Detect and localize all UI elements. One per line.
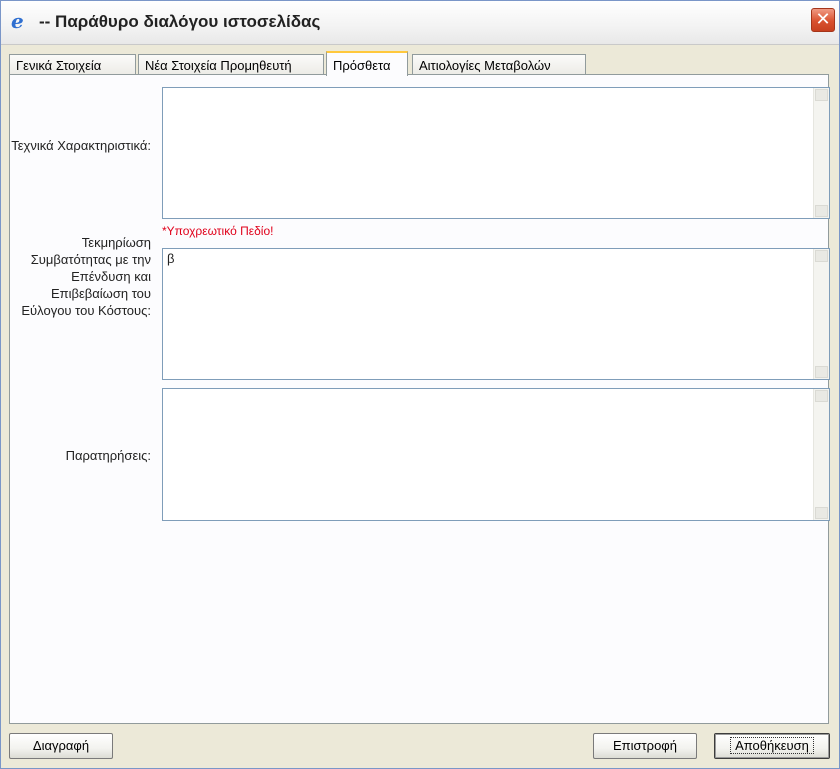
remarks-scrollbar[interactable] bbox=[813, 389, 829, 520]
title-bar: e -- Παράθυρο διαλόγου ιστοσελίδας ✕ bbox=[1, 1, 839, 45]
tab-general-info[interactable]: Γενικά Στοιχεία bbox=[9, 54, 136, 75]
technical-scrollbar[interactable] bbox=[813, 88, 829, 218]
technical-textarea[interactable] bbox=[162, 87, 830, 219]
justification-scrollbar[interactable] bbox=[813, 249, 829, 379]
save-button-label: Αποθήκευση bbox=[730, 737, 814, 754]
return-button[interactable]: Επιστροφή bbox=[593, 733, 697, 759]
tab-new-supplier-info[interactable]: Νέα Στοιχεία Προμηθευτή bbox=[138, 54, 324, 75]
dialog-window: e -- Παράθυρο διαλόγου ιστοσελίδας ✕ Γεν… bbox=[0, 0, 840, 769]
tab-additional[interactable]: Πρόσθετα bbox=[326, 51, 408, 76]
scroll-down-arrow-icon[interactable] bbox=[815, 366, 828, 378]
scroll-up-arrow-icon[interactable] bbox=[815, 89, 828, 101]
ie-icon: e bbox=[11, 9, 24, 33]
tab-bar: Γενικά Στοιχεία Νέα Στοιχεία Προμηθευτή … bbox=[9, 51, 829, 76]
scroll-down-arrow-icon[interactable] bbox=[815, 205, 828, 217]
tab-panel-additional: Τεχνικά Χαρακτηριστικά: *Υποχρεωτικό Πεδ… bbox=[9, 74, 830, 724]
technical-label: Τεχνικά Χαρακτηριστικά: bbox=[11, 138, 151, 153]
save-button[interactable]: Αποθήκευση bbox=[714, 733, 830, 759]
dialog-footer: Διαγραφή Επιστροφή Αποθήκευση bbox=[1, 728, 839, 768]
close-button[interactable]: ✕ bbox=[811, 8, 835, 32]
justification-textarea[interactable]: β bbox=[162, 248, 830, 380]
justification-label: Τεκμηρίωση Συμβατότητας με την Επένδυση … bbox=[21, 235, 151, 318]
delete-button[interactable]: Διαγραφή bbox=[9, 733, 113, 759]
required-field-message: *Υποχρεωτικό Πεδίο! bbox=[162, 224, 274, 238]
scroll-up-arrow-icon[interactable] bbox=[815, 390, 828, 402]
scroll-down-arrow-icon[interactable] bbox=[815, 507, 828, 519]
justification-value: β bbox=[167, 251, 175, 266]
scroll-up-arrow-icon[interactable] bbox=[815, 250, 828, 262]
remarks-textarea[interactable] bbox=[162, 388, 830, 521]
remarks-label: Παρατηρήσεις: bbox=[65, 448, 151, 463]
tab-change-reasons[interactable]: Αιτιολογίες Μεταβολών bbox=[412, 54, 586, 75]
window-title: -- Παράθυρο διαλόγου ιστοσελίδας bbox=[39, 12, 321, 31]
